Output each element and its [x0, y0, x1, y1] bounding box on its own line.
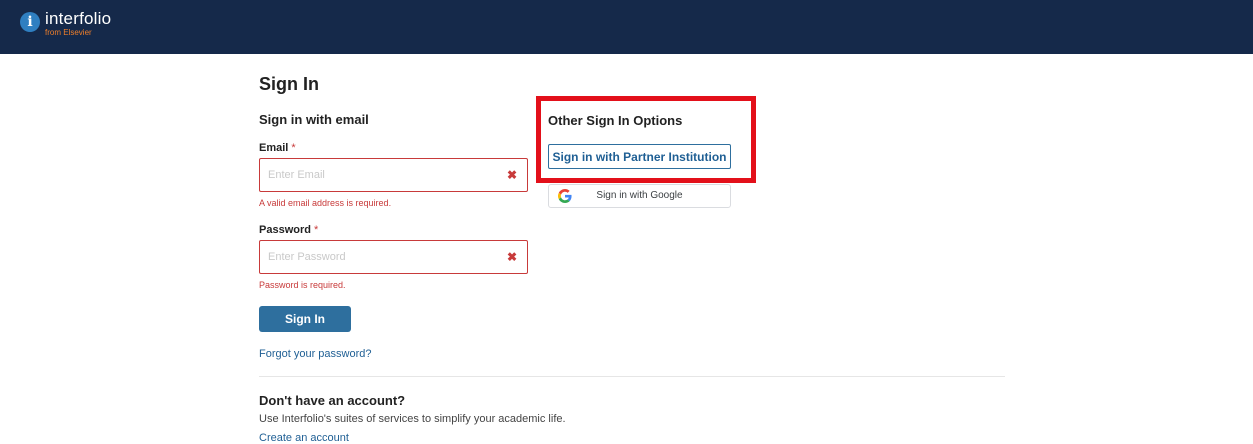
interfolio-logo-icon: i [20, 12, 40, 32]
partner-institution-button[interactable]: Sign in with Partner Institution [548, 144, 731, 169]
section-divider [259, 376, 1005, 377]
brand-name: interfolio [45, 9, 112, 28]
email-required-marker: * [291, 142, 296, 154]
email-label: Email * [259, 142, 296, 154]
clear-password-icon[interactable]: ✖ [507, 250, 517, 264]
password-required-marker: * [314, 224, 319, 236]
google-button-label: Sign in with Google [596, 190, 683, 201]
create-account-link[interactable]: Create an account [259, 432, 349, 444]
password-input[interactable] [260, 241, 490, 273]
brand-subtitle: from Elsevier [45, 28, 92, 37]
email-section-title: Sign in with email [259, 112, 369, 127]
signup-description: Use Interfolio's suites of services to s… [259, 413, 566, 425]
signup-title: Don't have an account? [259, 393, 406, 408]
top-navigation-bar: i interfolio from Elsevier [0, 0, 1253, 54]
sign-in-button[interactable]: Sign In [259, 306, 351, 332]
logo-text: interfolio from Elsevier [45, 9, 111, 37]
password-label-text: Password [259, 224, 311, 236]
email-label-text: Email [259, 142, 289, 154]
interfolio-logo[interactable]: i interfolio from Elsevier [20, 9, 111, 37]
google-sign-in-button[interactable]: Sign in with Google [548, 184, 731, 208]
password-label: Password * [259, 224, 318, 236]
highlight-annotation-box [536, 96, 756, 183]
other-options-title: Other Sign In Options [548, 113, 683, 128]
forgot-password-link[interactable]: Forgot your password? [259, 348, 372, 360]
password-error-message: Password is required. [259, 280, 346, 290]
email-input[interactable] [260, 159, 490, 191]
clear-email-icon[interactable]: ✖ [507, 168, 517, 182]
page-title: Sign In [259, 74, 319, 94]
email-error-message: A valid email address is required. [259, 198, 392, 208]
email-field: ✖ [259, 158, 528, 192]
password-field: ✖ [259, 240, 528, 274]
